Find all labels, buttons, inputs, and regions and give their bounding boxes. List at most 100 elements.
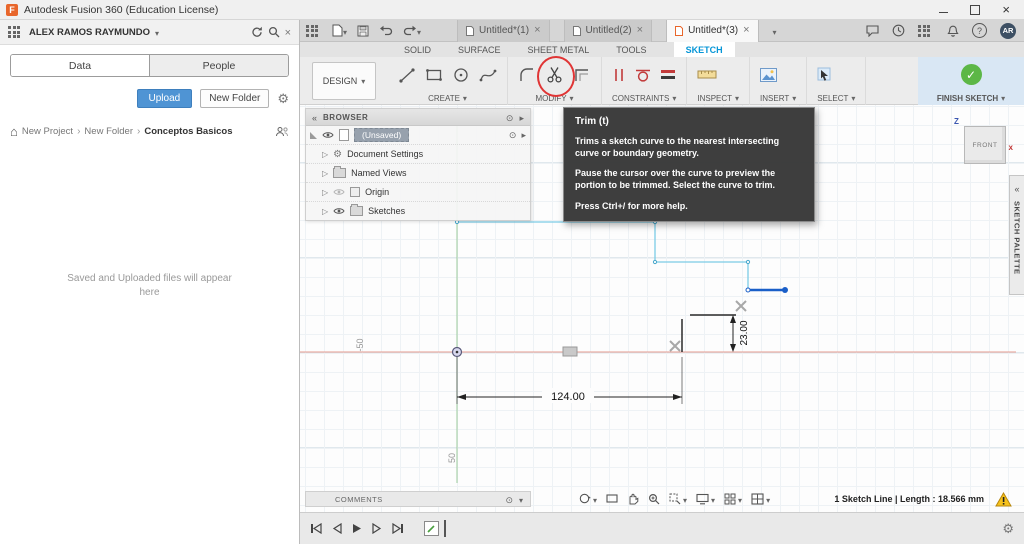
sketch-palette-tab[interactable]: SKETCH PALETTE	[1009, 175, 1024, 295]
step-back-button[interactable]	[332, 523, 342, 534]
vertical-constraint-tool[interactable]	[612, 67, 626, 83]
tab-data[interactable]: Data	[11, 55, 150, 76]
insert-chevron-icon[interactable]	[792, 94, 796, 103]
browser-item-sketches[interactable]: Sketches	[306, 202, 530, 220]
look-at-tool[interactable]	[606, 493, 618, 504]
viewports-tool[interactable]	[751, 490, 770, 508]
tab-people[interactable]: People	[150, 55, 288, 76]
fillet-tool[interactable]	[518, 66, 536, 84]
tab-solid[interactable]: SOLID	[404, 42, 431, 57]
modeling-canvas[interactable]: 23.00 124.00 -50 50 « BROWSER ⊙ ▸ (Unsav…	[300, 105, 1024, 512]
workspace-selector[interactable]: DESIGN	[312, 62, 376, 100]
visibility-off-eye-icon[interactable]	[333, 188, 345, 196]
breadcrumb-current[interactable]: Conceptos Basicos	[144, 126, 232, 137]
new-folder-button[interactable]: New Folder	[200, 89, 270, 108]
file-grid-icon[interactable]	[306, 24, 318, 37]
people-share-icon[interactable]	[275, 126, 289, 137]
doc-tab-1[interactable]: Untitled*(1)	[457, 19, 550, 42]
account-chevron-down-icon[interactable]	[155, 23, 159, 41]
circle-tool[interactable]	[452, 66, 470, 84]
doc-tab-2[interactable]: Untitled(2)	[563, 19, 653, 42]
tab-list-chevron-icon[interactable]	[773, 22, 777, 40]
dimension-23[interactable]: 23.00	[730, 315, 750, 352]
save-icon[interactable]	[357, 25, 369, 37]
dimension-124[interactable]: 124.00	[456, 357, 683, 404]
refresh-icon[interactable]	[251, 26, 263, 38]
finish-chevron-icon[interactable]	[1001, 94, 1005, 103]
browser-item-origin[interactable]: Origin	[306, 183, 530, 202]
doc-tab-3-active[interactable]: Untitled*(3)	[666, 19, 759, 42]
browser-options-icon[interactable]	[506, 108, 514, 126]
comments-options-icon[interactable]	[505, 490, 513, 508]
maximize-button[interactable]	[970, 4, 981, 15]
help-icon[interactable]	[972, 23, 987, 38]
viewcube[interactable]: Z FRONT x	[948, 117, 1013, 173]
app-grid-icon[interactable]	[8, 26, 20, 38]
expand-palette-icon[interactable]	[1014, 179, 1019, 197]
account-name[interactable]: ALEX RAMOS RAYMUNDO	[29, 27, 150, 38]
skip-to-start-button[interactable]	[310, 523, 322, 534]
rectangle-tool[interactable]	[425, 66, 443, 84]
grid-snap-tool[interactable]	[724, 490, 742, 508]
history-clock-icon[interactable]	[892, 24, 905, 37]
expand-caret-icon[interactable]	[322, 149, 328, 159]
close-tab-icon[interactable]	[637, 25, 643, 36]
spline-tool[interactable]	[479, 66, 497, 84]
close-tab-icon[interactable]	[534, 25, 540, 36]
trim-tool[interactable]	[537, 56, 575, 97]
browser-item-document-settings[interactable]: Document Settings	[306, 145, 530, 164]
close-window-button[interactable]: ×	[1002, 3, 1010, 16]
tab-sketch-active[interactable]: SKETCH	[673, 42, 735, 57]
home-icon[interactable]	[10, 124, 18, 139]
user-avatar[interactable]: AR	[1000, 22, 1016, 39]
select-cursor-tool[interactable]	[817, 67, 831, 83]
inspect-chevron-icon[interactable]	[735, 94, 739, 103]
redo-icon[interactable]	[403, 22, 421, 40]
panel-settings-gear-icon[interactable]	[277, 91, 289, 107]
select-chevron-icon[interactable]	[851, 94, 855, 103]
finish-sketch-button[interactable]	[960, 64, 982, 85]
breadcrumb-project[interactable]: New Project	[22, 126, 73, 137]
skip-to-end-button[interactable]	[392, 523, 404, 534]
measure-tool[interactable]	[697, 68, 717, 81]
constraints-chevron-icon[interactable]	[672, 94, 676, 103]
equal-constraint-tool[interactable]	[660, 68, 676, 81]
expand-caret-icon[interactable]	[322, 168, 328, 178]
comments-chevron-icon[interactable]	[519, 490, 523, 508]
sketch-geometry[interactable]	[454, 219, 751, 290]
comments-bar[interactable]: COMMENTS	[305, 491, 531, 507]
browser-root-row[interactable]: (Unsaved)	[306, 126, 530, 145]
undo-icon[interactable]	[379, 25, 393, 36]
timeline-settings-gear-icon[interactable]	[1002, 521, 1014, 537]
search-icon[interactable]	[268, 26, 280, 38]
browser-expand-icon[interactable]	[519, 108, 524, 126]
unsaved-document-label[interactable]: (Unsaved)	[354, 128, 410, 142]
close-tab-icon[interactable]	[743, 25, 749, 36]
notification-bell-icon[interactable]	[947, 24, 959, 37]
orbit-tool[interactable]	[578, 490, 597, 508]
tab-tools[interactable]: TOOLS	[616, 42, 646, 57]
dimension-grip[interactable]	[562, 346, 578, 357]
step-forward-button[interactable]	[372, 523, 382, 534]
display-settings-tool[interactable]	[696, 490, 715, 508]
pan-hand-tool[interactable]	[627, 492, 639, 505]
new-document-icon[interactable]	[332, 22, 347, 40]
constrained-geometry[interactable]	[681, 314, 736, 352]
zoom-tool[interactable]	[648, 493, 660, 505]
timeline-sketch-feature[interactable]	[424, 521, 439, 536]
expand-caret-icon[interactable]	[322, 187, 328, 197]
tab-surface[interactable]: SURFACE	[458, 42, 501, 57]
collapse-browser-icon[interactable]	[312, 108, 317, 126]
extensions-grid-icon[interactable]	[918, 24, 930, 37]
visibility-eye-icon[interactable]	[322, 131, 334, 139]
upload-button[interactable]: Upload	[136, 89, 193, 108]
comment-icon[interactable]	[866, 24, 879, 37]
insert-image-tool[interactable]	[760, 67, 778, 82]
close-panel-icon[interactable]	[285, 23, 291, 41]
modify-chevron-icon[interactable]	[570, 94, 574, 103]
tangent-constraint-tool[interactable]	[635, 67, 651, 83]
warning-icon[interactable]	[995, 492, 1012, 507]
viewcube-front-face[interactable]: FRONT	[964, 126, 1006, 164]
browser-item-named-views[interactable]: Named Views	[306, 164, 530, 183]
tab-sheet-metal[interactable]: SHEET METAL	[528, 42, 590, 57]
